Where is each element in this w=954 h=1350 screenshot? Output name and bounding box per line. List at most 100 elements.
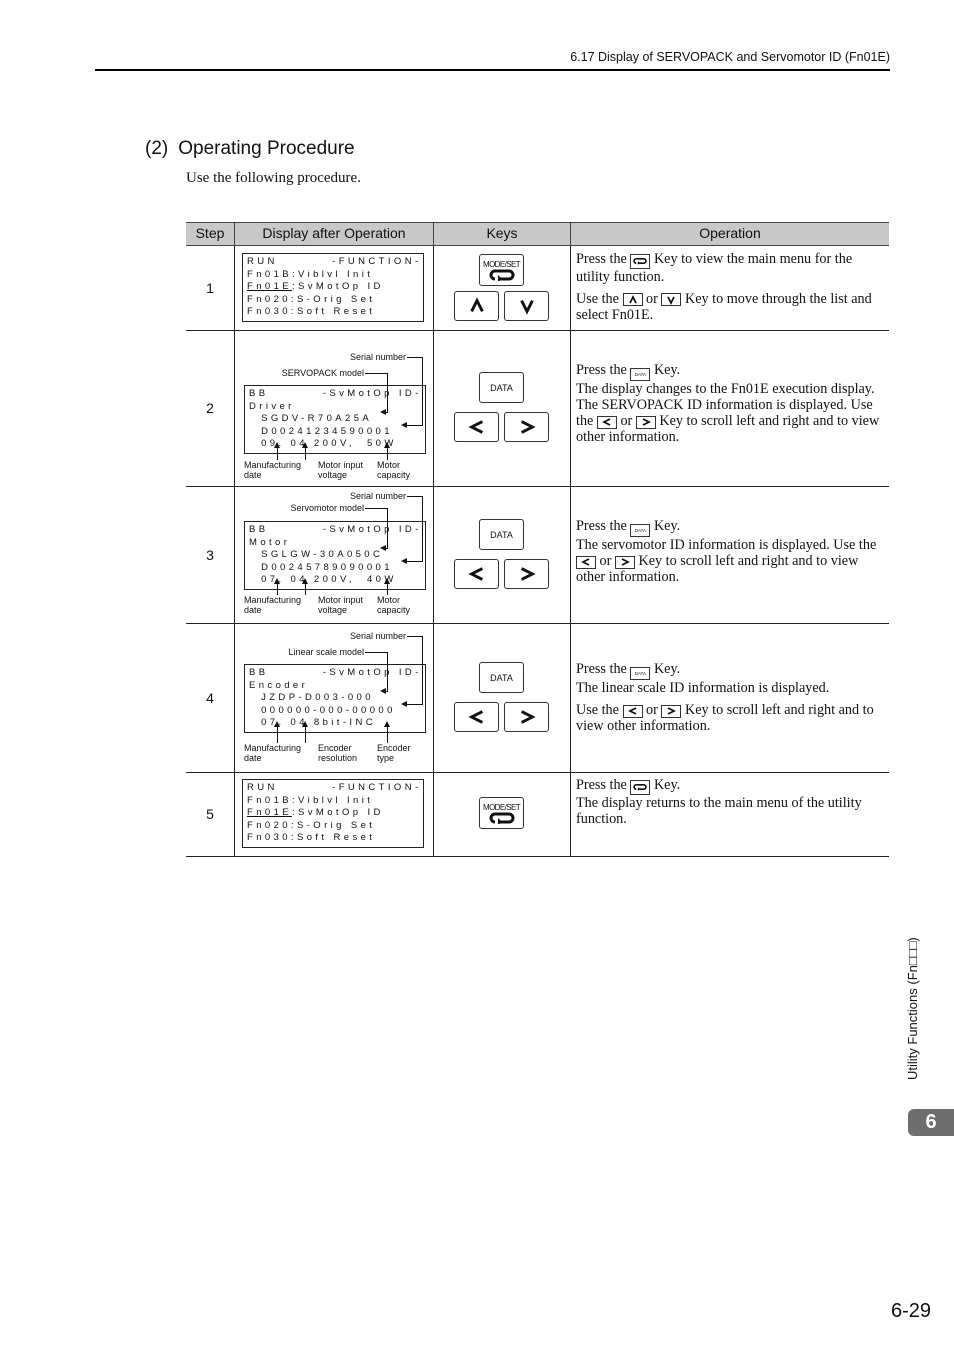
inline-data-key-icon: DATA [630, 368, 651, 381]
header-keys: Keys [433, 222, 570, 246]
lcd-text: SGLGW-30A050C [249, 549, 384, 561]
lcd-text: Fn01B:Viblvl Init [247, 794, 374, 806]
inline-right-key-icon [635, 415, 656, 429]
page-number: 6-29 [890, 1300, 931, 1322]
inline-up-key-icon [622, 293, 643, 306]
left-key[interactable] [454, 559, 499, 589]
operation-text: or [642, 702, 662, 718]
lcd-text: Fn01E [247, 807, 292, 819]
data-key[interactable]: DATA [479, 372, 524, 403]
lcd-line: Fn01B:Viblvl Init [247, 795, 419, 808]
right-key[interactable] [504, 412, 549, 442]
serial-arrow [401, 422, 407, 428]
section-heading: (2) Operating Procedure [145, 138, 365, 160]
serial-number-label: Serial number [349, 631, 406, 641]
display-cell: BB -SvMotOp ID- Encoder JZDP-D003-000 000… [234, 623, 434, 772]
lcd-text: D00241234590001 [249, 425, 393, 437]
operation-paragraph: Press the Key to view the main menu for … [576, 251, 884, 285]
right-key[interactable] [504, 702, 549, 732]
right-key[interactable] [504, 559, 549, 589]
mode-set-key[interactable]: MODE/SET [479, 797, 524, 829]
lcd-text: Fn030:Soft Reset [247, 306, 376, 318]
return-arrow-icon [489, 269, 515, 281]
inline-mode-set-key-icon [630, 779, 651, 795]
inline-left-key-icon [576, 555, 596, 569]
header-step: Step [186, 222, 234, 246]
display-cell: BB -SvMotOp ID- Motor SGLGW-30A050C D0024… [234, 486, 434, 623]
chevron-down-icon [518, 297, 536, 315]
serial-leader-line [407, 636, 423, 705]
data-key[interactable]: DATA [479, 662, 524, 693]
lcd-text: JZDP-D003-000 [249, 692, 374, 704]
inline-right-key-icon [614, 555, 635, 569]
lcd-line: RUN -FUNCTION- [247, 782, 419, 795]
table-row: 5 RUN -FUNCTION- Fn01B:Viblvl Init Fn01E:Sv… [186, 772, 889, 857]
model-arrow [380, 409, 386, 415]
model-label: SERVOPACK model [281, 368, 364, 378]
operation-paragraph: Use the or Key to move through the list … [576, 291, 884, 323]
operation-text: The servomotor ID information is display… [576, 537, 877, 553]
lcd-line: JZDP-D003-000 [249, 692, 421, 705]
down-key[interactable] [504, 291, 549, 321]
mode-set-key-label: MODE/SET [483, 802, 521, 812]
lcd-line: D00245789090001 [249, 562, 421, 575]
model-label: Servomotor model [290, 503, 364, 513]
lcd-line: SGLGW-30A050C [249, 549, 421, 562]
bottom-label: Encoder type [377, 743, 411, 763]
serial-number-label: Serial number [349, 352, 406, 362]
serial-arrow [401, 701, 407, 707]
intro-text: Use the following procedure. [186, 170, 361, 186]
lcd-text: Fn020:S-Orig Set [247, 819, 376, 831]
data-key-label: DATA [490, 529, 513, 540]
lcd-text: RUN -FUNCTION- [247, 256, 422, 267]
up-key[interactable] [454, 291, 499, 321]
serial-leader-line [407, 425, 422, 426]
lcd-text: D00245789090001 [249, 561, 393, 573]
operation-text: or [642, 290, 662, 307]
left-key[interactable] [454, 412, 499, 442]
bottom-label: Motor input voltage [318, 595, 364, 615]
lcd-line: Fn01E:SvMotOp ID [247, 281, 419, 294]
field-arrow [384, 442, 390, 460]
step-number: 4 [206, 689, 214, 706]
inline-left-key-icon [596, 415, 617, 429]
bottom-label: Manufacturing date [244, 595, 302, 615]
inline-right-key-icon [661, 704, 682, 718]
inline-data-key-icon: DATA [630, 524, 651, 537]
operation-paragraph: Use the or Key to scroll left and right … [576, 702, 884, 734]
bottom-label: Manufacturing date [244, 743, 302, 763]
header-display: Display after Operation [234, 222, 433, 246]
lcd-line: SGDV-R70A25A [249, 413, 421, 426]
mode-set-key-label: MODE/SET [483, 259, 521, 269]
lcd-line: Fn020:S-Orig Set [247, 820, 419, 833]
lcd-text: Fn01B:Viblvl Init [247, 268, 374, 280]
data-key-label: DATA [490, 382, 513, 393]
lcd-text: BB -SvMotOp ID- [249, 667, 422, 678]
lcd-text: Fn020:S-Orig Set [247, 293, 376, 305]
chevron-left-icon [467, 418, 486, 436]
data-key[interactable]: DATA [479, 519, 524, 550]
mode-set-key[interactable]: MODE/SET [479, 254, 524, 286]
inline-data-key-icon: DATA [630, 667, 651, 680]
bottom-label: Manufacturing date [244, 460, 302, 480]
serial-leader-line [407, 561, 422, 562]
lcd-line: Fn01B:Viblvl Init [247, 269, 419, 282]
inline-mode-set-key-icon [630, 253, 651, 269]
operation-cell: Press the DATA Key. The servomotor ID inf… [570, 486, 889, 623]
lcd-line: Fn01E:SvMotOp ID [247, 807, 419, 820]
chapter-tab[interactable]: 6 [908, 1109, 954, 1136]
side-tab-label: Utility Functions (Fn□□□) [905, 937, 920, 1080]
field-arrow [274, 442, 280, 460]
table-row: 3 BB -SvMotOp ID- Motor SGLGW-30A050C D002… [186, 486, 889, 624]
bottom-label: Motor capacity [377, 460, 411, 480]
field-arrow [384, 578, 390, 595]
operation-paragraph: Press the DATA Key. The linear scale ID i… [576, 661, 884, 696]
bottom-label: Motor capacity [377, 595, 411, 615]
lcd-text: SGDV-R70A25A [249, 413, 373, 425]
step-number: 2 [206, 400, 214, 416]
model-leader-line [365, 373, 388, 413]
chevron-left-icon [467, 565, 486, 583]
inline-down-key-icon [661, 293, 682, 306]
lcd-line: Driver [249, 401, 421, 414]
left-key[interactable] [454, 702, 499, 732]
